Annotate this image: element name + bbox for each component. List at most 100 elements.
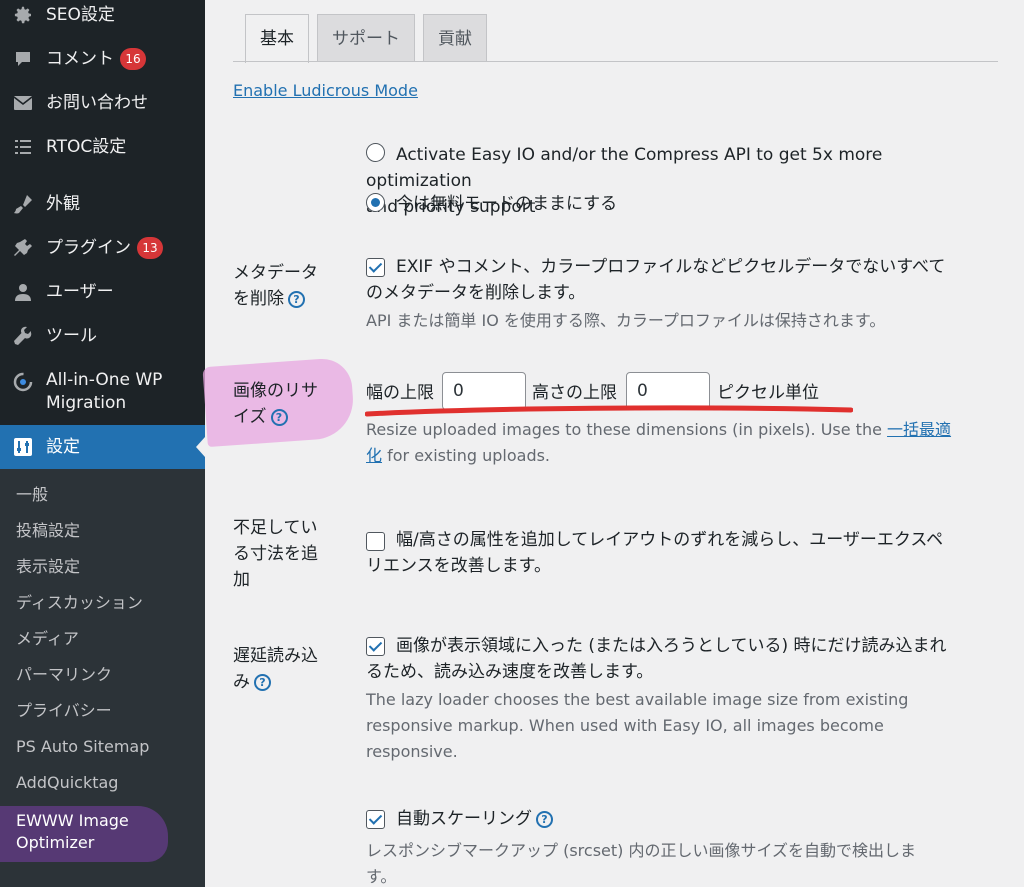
- menu-label: 外観: [46, 194, 80, 214]
- red-marker-underline: [365, 405, 853, 417]
- comment-icon: [12, 48, 34, 70]
- wrench-icon: [12, 325, 34, 347]
- metadata-row-label: メタデータ を削除?: [233, 260, 318, 312]
- bulk-optimize-link-cont[interactable]: 化: [366, 446, 382, 465]
- menu-label-line2: Migration: [46, 393, 127, 413]
- resize-description: Resize uploaded images to these dimensio…: [366, 417, 986, 469]
- lazyload-desc-line2: responsive markup. When used with Easy I…: [366, 716, 884, 735]
- submenu-discussion[interactable]: ディスカッション: [16, 592, 143, 614]
- brush-icon: [12, 193, 34, 215]
- lazyload-desc-line1: The lazy loader chooses the best availab…: [366, 690, 909, 709]
- max-height-label: 高さの上限: [532, 383, 617, 403]
- dimensions-row-label: 不足してい る寸法を追 加: [233, 515, 318, 593]
- free-mode-radio[interactable]: [366, 193, 385, 212]
- tab-basic[interactable]: 基本: [245, 14, 309, 63]
- menu-item-seo[interactable]: SEO設定: [0, 4, 205, 28]
- max-width-label: 幅の上限: [366, 383, 434, 403]
- dimensions-label-line1: 不足してい: [233, 518, 318, 538]
- resize-desc-line2: for existing uploads.: [382, 446, 551, 465]
- submenu-permalinks[interactable]: パーマリンク: [16, 664, 112, 686]
- resize-label-line1: 画像のリサ: [233, 381, 318, 401]
- submenu-general[interactable]: 一般: [16, 484, 48, 506]
- settings-content: 基本 サポート 貢献 Enable Ludicrous Mode Activat…: [202, 0, 1024, 887]
- dimensions-label-line2: る寸法を追: [233, 544, 318, 564]
- mail-icon: [12, 92, 34, 114]
- menu-item-settings[interactable]: 設定: [0, 425, 205, 469]
- gear-icon: [12, 4, 34, 26]
- submenu-label-line2: Optimizer: [16, 833, 95, 852]
- autoscale-label-text: 自動スケーリング: [396, 809, 532, 829]
- submenu-ewww-optimizer[interactable]: EWWW Image Optimizer: [16, 810, 129, 854]
- comment-count-badge: 16: [120, 48, 146, 70]
- user-icon: [12, 281, 34, 303]
- menu-item-plugins[interactable]: プラグイン 13: [0, 237, 205, 261]
- add-dimensions-text: 幅/高さの属性を追加してレイアウトのずれを減らし、ユーザーエクスペ リエンスを改…: [366, 527, 943, 579]
- submenu-addquicktag[interactable]: AddQuicktag: [16, 772, 118, 794]
- submenu-media[interactable]: メディア: [16, 628, 79, 650]
- dimensions-label-line3: 加: [233, 570, 250, 590]
- menu-label: プラグイン: [46, 238, 131, 258]
- menu-label: SEO設定: [46, 5, 115, 25]
- remove-metadata-text: EXIF やコメント、カラープロファイルなどピクセルデータでないすべて のメタデ…: [366, 254, 945, 306]
- help-icon[interactable]: ?: [254, 674, 271, 691]
- tab-contribute[interactable]: 貢献: [423, 14, 487, 62]
- menu-item-tools[interactable]: ツール: [0, 325, 205, 349]
- menu-item-appearance[interactable]: 外観: [0, 193, 205, 217]
- ludicrous-mode-link[interactable]: Enable Ludicrous Mode: [233, 79, 418, 103]
- resize-desc-line1: Resize uploaded images to these dimensio…: [366, 420, 882, 439]
- autoscale-desc-line1: レスポンシブマークアップ (srcset) 内の正しい画像サイズを自動で検出しま: [366, 841, 916, 860]
- list-icon: [12, 136, 34, 158]
- menu-item-contact[interactable]: お問い合わせ: [0, 92, 205, 116]
- settings-icon: [12, 436, 34, 458]
- plugin-update-badge: 13: [137, 237, 163, 259]
- metadata-label-line1: メタデータ: [233, 263, 318, 283]
- metadata-label-line2: を削除: [233, 289, 284, 309]
- menu-label: 設定: [46, 437, 80, 457]
- metadata-text-line2: のメタデータを削除します。: [366, 283, 586, 303]
- menu-item-users[interactable]: ユーザー: [0, 281, 205, 305]
- menu-label: ユーザー: [46, 282, 114, 302]
- help-icon[interactable]: ?: [270, 409, 288, 426]
- menu-label: All-in-One WP: [46, 370, 163, 390]
- help-icon[interactable]: ?: [288, 291, 305, 308]
- submenu-privacy[interactable]: プライバシー: [16, 700, 112, 722]
- lazyload-label-line1: 遅延読み込: [233, 646, 318, 666]
- autoscale-checkbox[interactable]: [366, 810, 385, 829]
- menu-label: お問い合わせ: [46, 93, 148, 113]
- submenu-ps-auto-sitemap[interactable]: PS Auto Sitemap: [16, 736, 149, 758]
- autoscale-description: レスポンシブマークアップ (srcset) 内の正しい画像サイズを自動で検出しま…: [366, 838, 916, 887]
- lazyload-description: The lazy loader chooses the best availab…: [366, 687, 908, 765]
- menu-label: RTOC設定: [46, 137, 127, 157]
- settings-submenu: 一般 投稿設定 表示設定 ディスカッション メディア パーマリンク プライバシー…: [0, 469, 205, 887]
- help-icon[interactable]: ?: [536, 811, 553, 828]
- resize-row-label: 画像のリサ イズ?: [233, 378, 318, 430]
- menu-item-migration[interactable]: All-in-One WP Migration: [0, 369, 205, 417]
- dimensions-text-line2: リエンスを改善します。: [366, 556, 551, 576]
- tabs-divider: [233, 61, 998, 62]
- submenu-writing[interactable]: 投稿設定: [16, 520, 80, 542]
- menu-label: ツール: [46, 326, 97, 346]
- bulk-optimize-link[interactable]: 一括最適: [887, 420, 951, 439]
- plugin-icon: [12, 237, 34, 259]
- admin-sidebar: SEO設定 コメント 16 お問い合わせ RTOC設定 外観 プラグイン 13: [0, 0, 205, 887]
- easyio-activate-line1: Activate Easy IO and/or the Compress API…: [366, 145, 883, 191]
- lazyload-text: 画像が表示領域に入った (または入ろうとしている) 時にだけ読み込まれ るため、…: [366, 633, 947, 685]
- metadata-description: API または簡単 IO を使用する際、カラープロファイルは保持されます。: [366, 311, 886, 330]
- lazyload-desc-line3: responsive.: [366, 742, 458, 761]
- submenu-reading[interactable]: 表示設定: [16, 556, 80, 578]
- autoscale-desc-line2: す。: [366, 867, 397, 886]
- migration-icon: [12, 371, 34, 393]
- metadata-text-line1: EXIF やコメント、カラープロファイルなどピクセルデータでないすべて: [396, 257, 946, 277]
- pixel-unit-label: ピクセル単位: [717, 383, 819, 403]
- menu-label: コメント: [46, 49, 114, 69]
- settings-tabs: 基本 サポート 貢献: [245, 14, 487, 63]
- menu-item-rtoc[interactable]: RTOC設定: [0, 136, 205, 160]
- tab-support[interactable]: サポート: [317, 14, 415, 62]
- menu-item-comments[interactable]: コメント 16: [0, 48, 205, 72]
- lazyload-label-line2: み: [233, 672, 250, 692]
- free-mode-label: 今は無料モードのままにする: [396, 194, 618, 214]
- submenu-label: EWWW Image: [16, 811, 129, 830]
- autoscale-label: 自動スケーリング?: [396, 806, 553, 832]
- dimensions-text-line1: 幅/高さの属性を追加してレイアウトのずれを減らし、ユーザーエクスペ: [396, 530, 944, 550]
- resize-label-line2: イズ: [233, 407, 267, 427]
